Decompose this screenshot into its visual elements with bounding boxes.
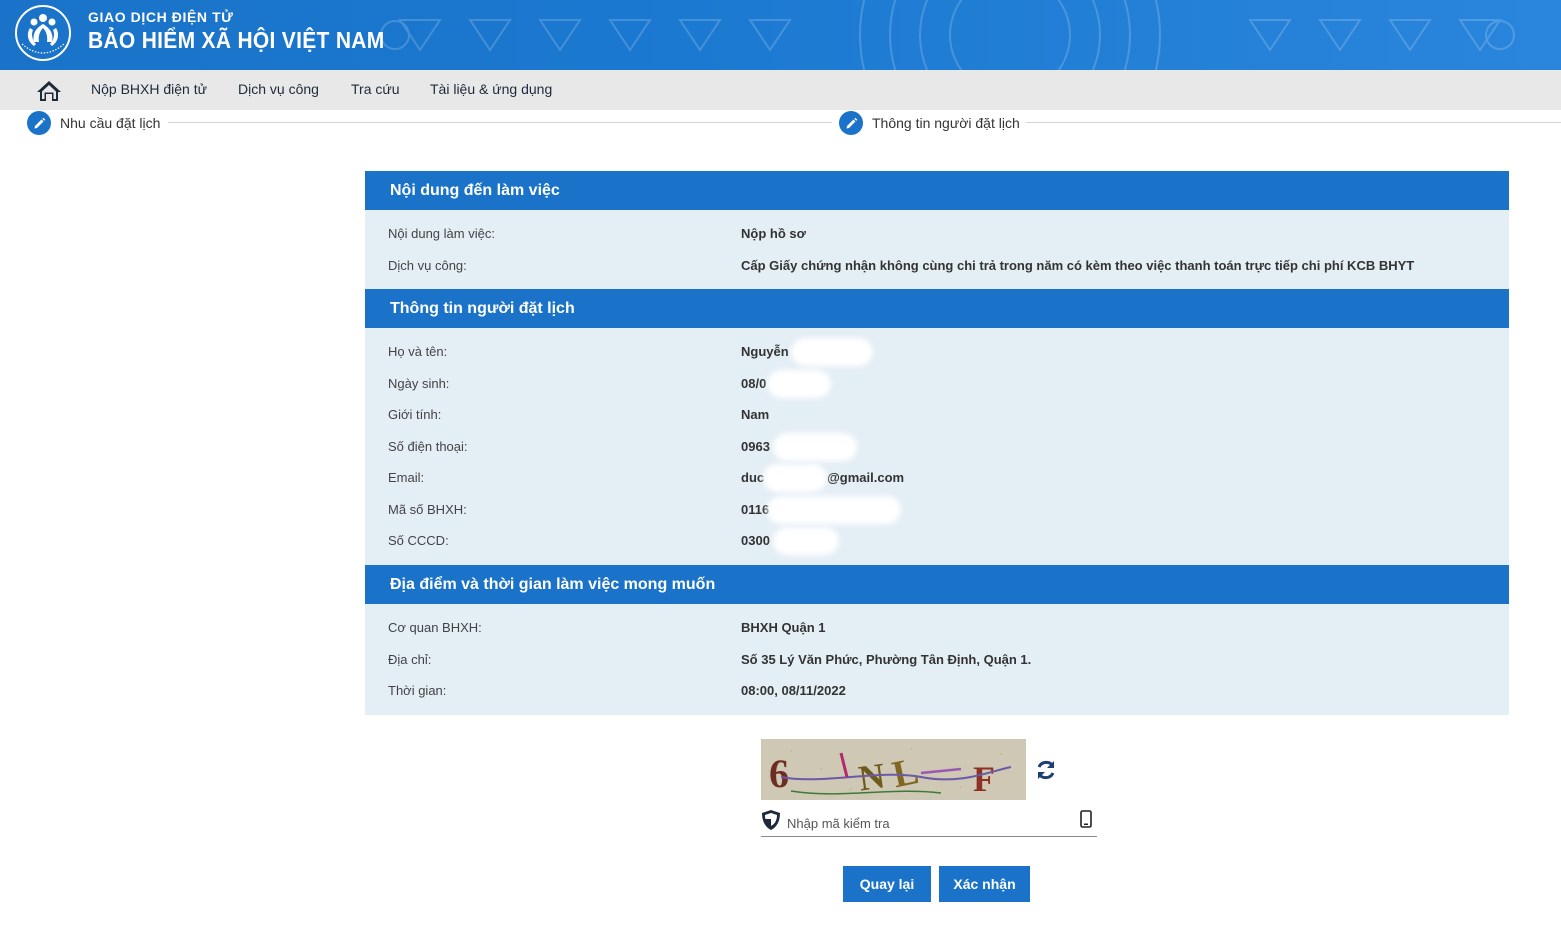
captcha-input[interactable] <box>787 813 1077 833</box>
captcha-char: F <box>973 759 995 799</box>
row-value-text: Nguyễn <box>741 344 789 360</box>
captcha-drawing: 6 N L F <box>761 739 1026 800</box>
brand-subtitle: GIAO DỊCH ĐIỆN TỬ <box>88 9 234 25</box>
redaction-blur <box>773 527 839 556</box>
row-value: 0116 <box>741 495 901 524</box>
header-banner: GIAO DỊCH ĐIỆN TỬ BẢO HIỂM XÃ HỘI VIỆT N… <box>0 0 1561 70</box>
row-label: Ngày sinh: <box>388 375 450 391</box>
step-label: Thông tin người đặt lịch <box>872 115 1026 131</box>
row-label: Cơ quan BHXH: <box>388 620 482 636</box>
redaction-blur <box>767 495 901 524</box>
shield-icon <box>762 810 780 830</box>
step-thong-tin[interactable]: Thông tin người đặt lịch <box>839 110 1026 136</box>
section-noi-dung: Nội dung đến làm việc Nội dung làm việc:… <box>365 171 1509 289</box>
redaction-blur <box>767 369 831 398</box>
confirm-button[interactable]: Xác nhận <box>939 866 1030 902</box>
row-value: 0963 <box>741 432 857 461</box>
brand-title: BẢO HIỂM XÃ HỘI VIỆT NAM <box>88 28 385 54</box>
section-nguoi-dat-lich: Thông tin người đặt lịch Họ và tên: Nguy… <box>365 289 1509 565</box>
step-connector-line <box>1026 122 1561 123</box>
row-value: 08/0 <box>741 369 831 398</box>
nav-item-dich-vu-cong[interactable]: Dịch vụ công <box>238 81 319 97</box>
phone-icon[interactable] <box>1080 810 1092 828</box>
info-row: Địa chỉ: Số 35 Lý Văn Phức, Phường Tân Đ… <box>365 644 1509 676</box>
row-value: Nguyễn <box>741 338 873 367</box>
row-value: BHXH Quận 1 <box>741 620 826 636</box>
row-label: Số điện thoại: <box>388 438 468 454</box>
bhxh-logo-icon <box>15 5 71 61</box>
redaction-blur <box>763 464 827 493</box>
step-connector-line <box>168 122 832 123</box>
section-title: Nội dung đến làm việc <box>365 171 1509 210</box>
redaction-blur <box>791 338 873 367</box>
row-value: Nộp hồ sơ <box>741 226 806 242</box>
section-body: Nội dung làm việc: Nộp hồ sơ Dịch vụ côn… <box>365 210 1509 289</box>
row-value: Nam <box>741 407 770 423</box>
main-nav: Nộp BHXH điện tử Dịch vụ công Tra cứu Tà… <box>0 70 1561 110</box>
captcha-char: 6 <box>769 751 789 796</box>
row-label: Dịch vụ công: <box>388 257 467 273</box>
back-button[interactable]: Quay lại <box>843 866 931 902</box>
info-row: Cơ quan BHXH: BHXH Quận 1 <box>365 612 1509 644</box>
section-title: Địa điểm và thời gian làm việc mong muốn <box>365 565 1509 604</box>
info-row: Nội dung làm việc: Nộp hồ sơ <box>365 218 1509 250</box>
nav-item-tai-lieu[interactable]: Tài liệu & ứng dụng <box>430 81 552 97</box>
row-label: Mã số BHXH: <box>388 501 467 517</box>
nav-item-nop-bhxh[interactable]: Nộp BHXH điện tử <box>91 81 207 97</box>
row-value-text: 08/0 <box>741 375 767 391</box>
row-value: Cấp Giấy chứng nhận không cùng chi trả t… <box>741 257 1415 273</box>
info-row: Thời gian: 08:00, 08/11/2022 <box>365 675 1509 707</box>
info-row: Số CCCD: 0300 <box>365 525 1509 557</box>
row-label: Họ và tên: <box>388 344 448 360</box>
row-label: Giới tính: <box>388 407 442 423</box>
row-value: duc @gmail.com <box>741 464 905 493</box>
info-row: Giới tính: Nam <box>365 399 1509 431</box>
info-row: Họ và tên: Nguyễn <box>365 336 1509 368</box>
row-label: Địa chỉ: <box>388 651 432 667</box>
home-icon[interactable] <box>36 79 62 103</box>
info-row: Ngày sinh: 08/0 <box>365 368 1509 400</box>
row-value-text: 0300 <box>741 533 770 549</box>
row-value-suffix: @gmail.com <box>827 470 905 486</box>
row-value: Số 35 Lý Văn Phức, Phường Tân Định, Quận… <box>741 651 1032 667</box>
row-label: Thời gian: <box>388 683 447 699</box>
section-body: Cơ quan BHXH: BHXH Quận 1 Địa chỉ: Số 35… <box>365 604 1509 715</box>
section-dia-diem: Địa điểm và thời gian làm việc mong muốn… <box>365 565 1509 715</box>
step-nhu-cau[interactable]: Nhu cầu đặt lịch <box>27 110 167 136</box>
section-body: Họ và tên: Nguyễn Ngày sinh: 08/0 Giới t… <box>365 328 1509 565</box>
row-value-text: 0963 <box>741 438 770 454</box>
row-value-text: 0116 <box>741 501 770 517</box>
captcha-image: 6 N L F <box>761 739 1026 800</box>
captcha-field <box>761 806 1097 837</box>
pencil-icon <box>27 111 51 135</box>
row-label: Nội dung làm việc: <box>388 226 495 242</box>
info-row: Email: duc @gmail.com <box>365 462 1509 494</box>
nav-item-tra-cuu[interactable]: Tra cứu <box>351 81 400 97</box>
section-title: Thông tin người đặt lịch <box>365 289 1509 328</box>
info-row: Số điện thoại: 0963 <box>365 431 1509 463</box>
row-value: 0300 <box>741 527 839 556</box>
row-label: Email: <box>388 470 425 486</box>
info-row: Dịch vụ công: Cấp Giấy chứng nhận không … <box>365 250 1509 282</box>
step-label: Nhu cầu đặt lịch <box>60 115 167 131</box>
info-row: Mã số BHXH: 0116 <box>365 494 1509 526</box>
pencil-icon <box>839 111 863 135</box>
row-value-text: duc <box>741 470 765 486</box>
row-label: Số CCCD: <box>388 533 449 549</box>
row-value: 08:00, 08/11/2022 <box>741 683 846 699</box>
brand-block: GIAO DỊCH ĐIỆN TỬ BẢO HIỂM XÃ HỘI VIỆT N… <box>88 9 385 54</box>
redaction-blur <box>773 432 857 461</box>
refresh-icon[interactable] <box>1034 758 1058 782</box>
